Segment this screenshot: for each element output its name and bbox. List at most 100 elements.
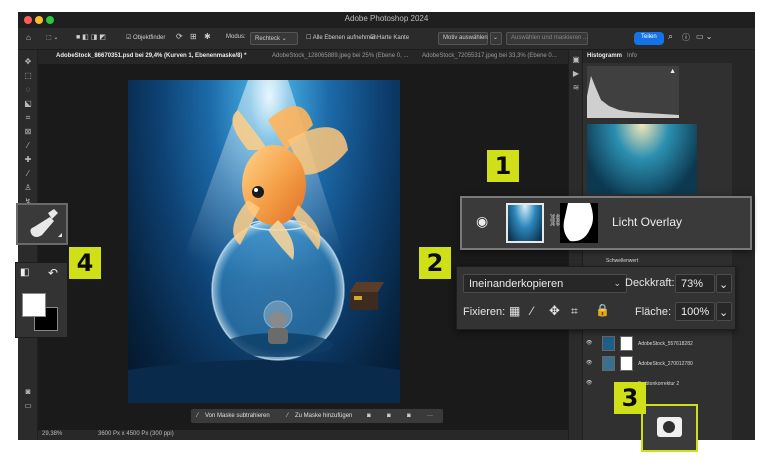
subtract-from-mask-button[interactable]: Von Maske subtrahieren (205, 413, 270, 419)
layer-callout: ◉ ⛓ Licht Overlay (460, 196, 752, 250)
step-badge-1: 1 (487, 150, 519, 182)
motiv-button[interactable]: Motiv auswählen (438, 32, 488, 45)
stamp-tool-icon[interactable]: ♙ (23, 184, 33, 192)
harte-kante-label: Harte Kante (377, 35, 410, 41)
add-to-mask-button[interactable]: Zu Maske hinzufügen (295, 413, 352, 419)
lock-artboard-icon[interactable]: ⌗ (571, 304, 578, 319)
contextual-taskbar: ⁄ Von Maske subtrahieren ⁄ Zu Maske hinz… (190, 408, 444, 424)
share-button[interactable]: Teilen (634, 32, 664, 45)
visibility-eye-icon[interactable]: 👁 (586, 340, 592, 346)
lock-transparent-icon[interactable]: ▦ (509, 304, 520, 318)
foreground-color-swatch[interactable] (22, 293, 46, 317)
brush-add-icon[interactable]: ⁄ (287, 413, 288, 419)
layer-name: AdobeStock_557618282 (638, 341, 693, 347)
visibility-eye-icon[interactable]: ◉ (476, 213, 488, 230)
objektfinder-checkbox[interactable]: ☑ Objektfinder (126, 34, 165, 41)
window-title: Adobe Photoshop 2024 (344, 14, 429, 23)
grid-icon[interactable]: ⊞ (190, 32, 197, 41)
histogram-chart: ▲ (587, 66, 679, 118)
blend-mode-value: Ineinanderkopieren (469, 278, 564, 290)
marquee-tool-icon[interactable]: ⬚ (23, 72, 33, 80)
alle-ebenen-checkbox[interactable]: ☐ Alle Ebenen aufnehmen (306, 34, 377, 41)
underwater-preview (587, 124, 697, 194)
settings-icon[interactable]: ✱ (204, 32, 211, 41)
search-icon[interactable]: ⌕ (668, 31, 673, 42)
panel-icon-3[interactable]: ≋ (571, 84, 581, 92)
healing-tool-icon[interactable]: ✚ (23, 156, 33, 164)
zoom-level[interactable]: 29,38% (42, 431, 62, 437)
frame-tool-icon[interactable]: ⊠ (23, 128, 33, 136)
move-tool-icon[interactable]: ✥ (23, 58, 33, 66)
workspace-icon[interactable]: ▭ ⌄ (696, 32, 712, 41)
blend-mode-select[interactable]: Ineinanderkopieren ⌄ (463, 274, 627, 293)
treasure-chest (350, 282, 384, 310)
tab-doc-1[interactable]: AdobeStock_86670351.psd bei 29,4% (Kurve… (56, 53, 246, 59)
layer-name: AdobeStock_270012780 (638, 361, 693, 367)
lock-paint-icon[interactable]: ⁄ (531, 304, 533, 318)
fill-label: Fläche: (635, 306, 672, 318)
home-icon[interactable]: ⌂ (26, 33, 31, 42)
quick-select-tool-icon[interactable]: ⬕ (23, 100, 33, 108)
lock-position-icon[interactable]: ✥ (549, 303, 560, 319)
swap-colors-icon[interactable]: ↶ (48, 266, 58, 280)
layer-thumbnail (602, 336, 615, 351)
layer-mask-thumbnail[interactable] (620, 356, 633, 371)
add-mask-icon (657, 417, 682, 437)
default-colors-icon[interactable]: ◧ (20, 267, 29, 278)
step-badge-2: 2 (419, 247, 451, 279)
fill-input[interactable]: 100% (675, 302, 715, 321)
sea-floor (128, 360, 400, 403)
warning-icon[interactable]: ▲ (669, 68, 676, 75)
brush-tool-callout[interactable] (16, 203, 68, 245)
harte-kante-checkbox[interactable]: ☑ Harte Kante (370, 34, 409, 41)
mask-option-icon-2[interactable]: ◙ (387, 413, 391, 419)
layer-mask-thumbnail[interactable] (620, 336, 633, 351)
lasso-tool-icon[interactable]: ◌ (23, 86, 33, 94)
layer-row-stock-1[interactable]: 👁 AdobeStock_557618282 (586, 334, 726, 354)
mask-option-icon-1[interactable]: ◙ (367, 413, 371, 419)
tab-info[interactable]: Info (627, 53, 637, 59)
blend-options-callout: Ineinanderkopieren ⌄ Deckkraft: 73% ⌄ Fi… (456, 266, 736, 330)
mask-option-icon-3[interactable]: ◙ (407, 413, 411, 419)
add-mask-callout[interactable] (641, 404, 698, 452)
eyedropper-tool-icon[interactable]: ⁄ (23, 142, 33, 150)
opacity-dropdown[interactable]: ⌄ (716, 274, 732, 293)
quick-mask-icon[interactable]: ◙ (23, 388, 33, 396)
play-icon[interactable]: ▶ (571, 70, 581, 78)
options-bar: ⌂ ⬚ ⌄ ■ ◧ ◨ ◩ ☑ Objektfinder ⟳ ⊞ ✱ Modus… (18, 28, 755, 50)
layer-name[interactable]: Licht Overlay (612, 215, 682, 229)
opacity-input[interactable]: 73% (675, 274, 715, 293)
lock-all-icon[interactable]: 🔒 (595, 303, 610, 317)
help-icon[interactable]: ⓘ (682, 32, 690, 43)
visibility-eye-icon[interactable]: 👁 (586, 360, 592, 366)
fill-dropdown[interactable]: ⌄ (716, 302, 732, 321)
more-options-button[interactable]: ··· (427, 413, 433, 419)
histogram-panel-tabs: Histogramm Info (583, 50, 732, 63)
mask-shape (563, 203, 593, 242)
refresh-icon[interactable]: ⟳ (176, 32, 183, 41)
brush-subtract-icon[interactable]: ⁄ (197, 413, 198, 419)
document-dimensions: 3600 Px x 4500 Px (300 ppi) (98, 431, 174, 437)
brush-tool-icon[interactable]: ⁄ (23, 170, 33, 178)
motiv-dropdown[interactable]: ⌄ (490, 32, 502, 45)
modus-value: Rechteck (255, 36, 281, 42)
astronaut-cat (263, 300, 293, 344)
visibility-eye-icon[interactable]: 👁 (586, 380, 592, 386)
panel-icon-1[interactable]: ▣ (571, 56, 581, 64)
layer-thumbnail[interactable] (506, 203, 544, 243)
selection-mode-icons[interactable]: ■ ◧ ◨ ◩ (76, 33, 106, 41)
tab-doc-3[interactable]: AdobeStock_72055317.jpeg bei 33,3% (Eben… (422, 53, 557, 59)
object-selection-tool-icon[interactable]: ⬚ ⌄ (46, 34, 58, 41)
layer-mask-thumbnail[interactable] (560, 203, 598, 243)
brush-icon (30, 209, 62, 237)
tab-histogramm[interactable]: Histogramm (587, 53, 622, 59)
document-canvas[interactable] (128, 80, 400, 403)
layer-row-stock-2[interactable]: 👁 AdobeStock_270012780 (586, 354, 726, 374)
crop-tool-icon[interactable]: ⌗ (23, 114, 33, 122)
auswaehlen-maskieren-button[interactable]: Auswählen und maskieren ... (506, 32, 588, 45)
layer-row-farbton[interactable]: 👁 Farbtonkorrektur 2 (586, 374, 726, 394)
step-badge-3: 3 (614, 382, 646, 414)
modus-select[interactable]: Rechteck ⌄ (250, 32, 298, 45)
screen-mode-icon[interactable]: ▭ (23, 402, 33, 410)
tab-doc-2[interactable]: AdobeStock_128065889.jpeg bei 25% (Ebene… (272, 53, 408, 59)
